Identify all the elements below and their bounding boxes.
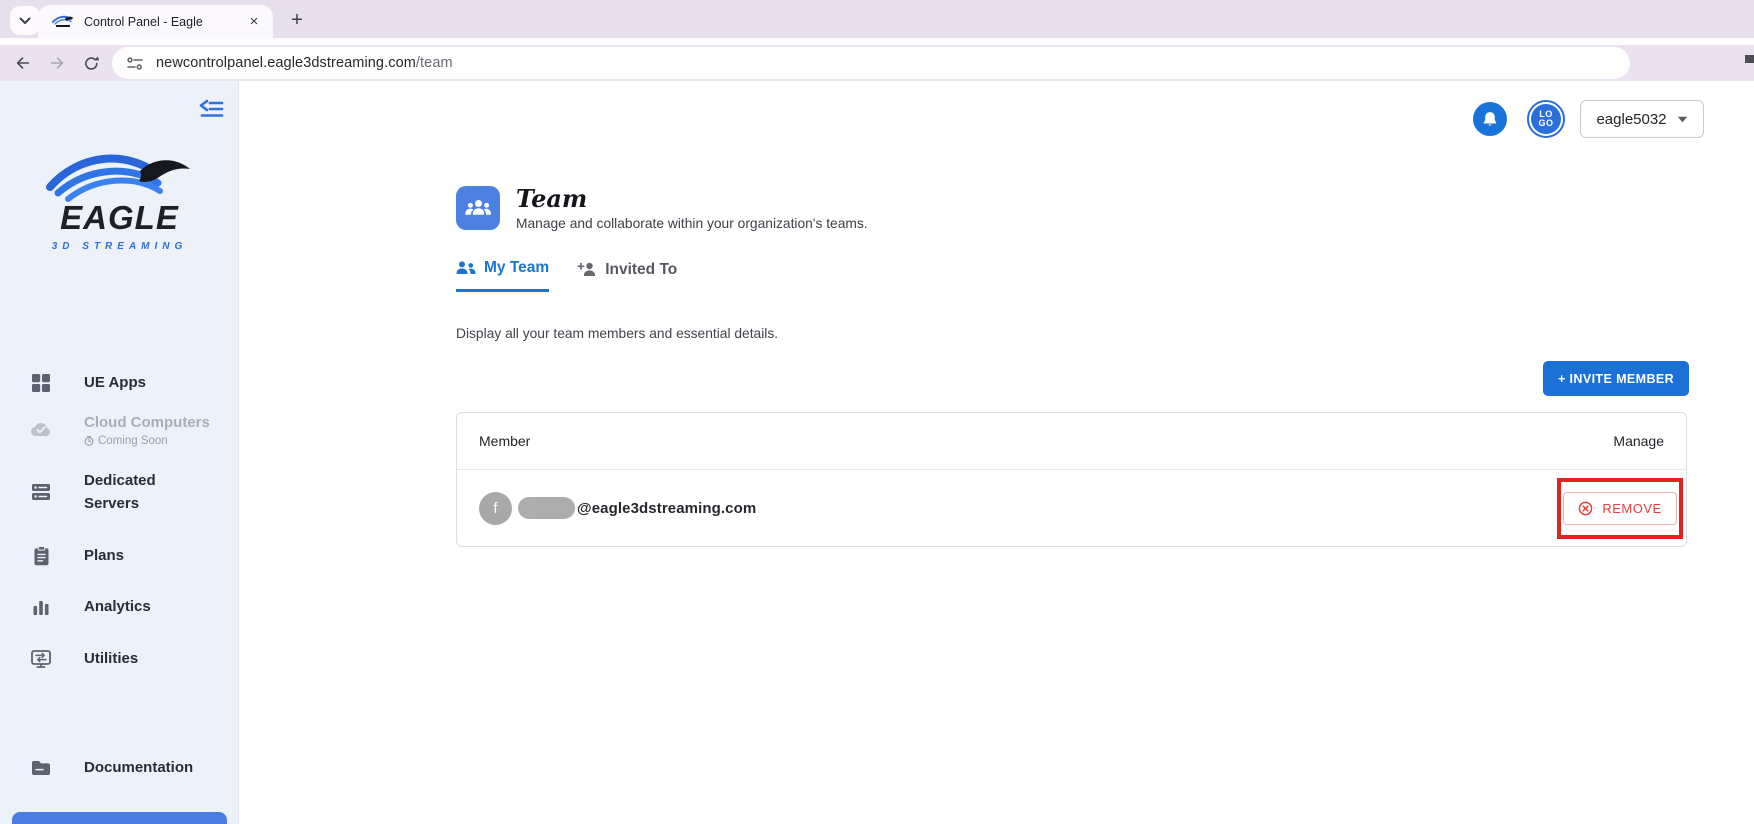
table-row: f @eagle3dstreaming.com REMOVE xyxy=(457,470,1686,546)
account-name: eagle5032 xyxy=(1596,110,1667,128)
url-host: newcontrolpanel.eagle3dstreaming.com xyxy=(156,55,416,71)
url-bar[interactable]: newcontrolpanel.eagle3dstreaming.com/tea… xyxy=(112,47,1630,79)
chevron-down-icon xyxy=(1677,116,1687,122)
eagle-favicon-icon xyxy=(52,15,74,27)
monitor-icon xyxy=(30,649,52,668)
remove-circle-icon xyxy=(1578,501,1593,516)
cloud-icon xyxy=(30,421,52,437)
forward-button[interactable] xyxy=(42,48,72,78)
page-heading: Team Manage and collaborate within your … xyxy=(456,186,868,231)
bar-chart-icon xyxy=(30,598,52,616)
column-member: Member xyxy=(479,433,531,449)
site-info-icon[interactable] xyxy=(126,56,144,70)
member-email-redaction xyxy=(518,497,575,519)
bell-icon xyxy=(1483,111,1497,126)
notifications-button[interactable] xyxy=(1473,102,1507,136)
sidebar-item-label: Plans xyxy=(84,547,125,564)
member-email: @eagle3dstreaming.com xyxy=(577,499,757,517)
clock-icon xyxy=(84,436,94,447)
team-tabs: My Team Invited To xyxy=(456,259,677,292)
page-title: Team xyxy=(516,184,588,213)
sidebar-item-label: Dedicated Servers xyxy=(84,472,156,513)
servers-icon xyxy=(30,483,52,501)
invite-member-button[interactable]: + INVITE MEMBER xyxy=(1543,361,1689,396)
reload-icon xyxy=(84,55,99,70)
reload-button[interactable] xyxy=(76,48,106,78)
back-button[interactable] xyxy=(8,48,38,78)
brand-logo: EAGLE 3D STREAMING xyxy=(0,143,239,252)
collapse-sidebar-icon[interactable] xyxy=(198,98,224,122)
toolbar-edge-icon[interactable] xyxy=(1742,53,1754,71)
sidebar-item-label: UE Apps xyxy=(84,374,146,391)
new-tab-button[interactable]: + xyxy=(283,7,311,35)
sidebar: EAGLE 3D STREAMING UE Apps Cloud Compute… xyxy=(0,81,239,824)
sidebar-item-label: Utilities xyxy=(84,650,139,667)
account-dropdown[interactable]: eagle5032 xyxy=(1580,100,1704,138)
clipboard-icon xyxy=(30,545,52,566)
tab-label: Invited To xyxy=(605,260,678,278)
remove-member-button[interactable]: REMOVE xyxy=(1563,492,1677,525)
sidebar-item-label: Documentation xyxy=(84,759,194,776)
url-text: newcontrolpanel.eagle3dstreaming.com/tea… xyxy=(156,55,453,71)
sidebar-item-documentation[interactable]: Documentation xyxy=(0,756,239,779)
person-add-icon xyxy=(577,262,596,276)
org-logo-avatar[interactable]: LO GO xyxy=(1527,100,1565,138)
sidebar-item-team[interactable]: Team xyxy=(12,812,227,824)
column-manage: Manage xyxy=(1613,433,1664,449)
logo-text: LO GO xyxy=(1531,104,1561,134)
page-subtitle: Manage and collaborate within your organ… xyxy=(516,216,868,232)
sidebar-item-cloud-computers[interactable]: Cloud Computers Coming Soon xyxy=(0,411,239,447)
tab-search-button[interactable] xyxy=(10,6,40,35)
logo-text-bottom: GO xyxy=(1538,118,1554,128)
sidebar-item-label: Cloud Computers xyxy=(84,414,210,431)
sidebar-item-ue-apps[interactable]: UE Apps xyxy=(0,371,239,394)
page-description: Display all your team members and essent… xyxy=(456,326,779,341)
sidebar-item-label: Analytics xyxy=(84,598,151,615)
browser-toolbar: newcontrolpanel.eagle3dstreaming.com/tea… xyxy=(0,45,1754,81)
page-body: EAGLE 3D STREAMING UE Apps Cloud Compute… xyxy=(0,81,1754,824)
member-avatar: f xyxy=(479,491,512,525)
tab-close-icon[interactable]: × xyxy=(245,13,263,31)
eagle-logo-icon xyxy=(45,154,190,202)
sidebar-item-analytics[interactable]: Analytics xyxy=(0,595,239,618)
browser-tab-active[interactable]: Control Panel - Eagle × xyxy=(38,5,273,38)
back-arrow-icon xyxy=(16,57,30,69)
remove-label: REMOVE xyxy=(1602,501,1662,516)
remove-annotation-highlight: REMOVE xyxy=(1557,478,1683,539)
tab-title: Control Panel - Eagle xyxy=(84,14,203,29)
sidebar-item-utilities[interactable]: Utilities xyxy=(0,647,239,670)
my-team-icon xyxy=(456,261,476,274)
tab-invited-to[interactable]: Invited To xyxy=(577,259,677,292)
tab-label: My Team xyxy=(484,259,550,276)
coming-soon-badge: Coming Soon xyxy=(84,435,210,447)
coming-soon-label: Coming Soon xyxy=(98,435,168,448)
browser-tab-strip: Control Panel - Eagle × + xyxy=(0,0,1754,38)
folder-icon xyxy=(30,760,52,776)
chrome-divider xyxy=(0,38,1754,45)
forward-arrow-icon xyxy=(50,57,64,69)
team-page-icon xyxy=(456,186,500,230)
tab-my-team[interactable]: My Team xyxy=(456,259,550,292)
brand-name: EAGLE xyxy=(60,199,179,236)
browser-window: Control Panel - Eagle × + newcontrolpane… xyxy=(0,0,1754,824)
sidebar-item-plans[interactable]: Plans xyxy=(0,544,239,567)
url-path: /team xyxy=(415,55,453,71)
apps-grid-icon xyxy=(30,373,52,393)
main-content: LO GO eagle5032 Team Manage and collabor… xyxy=(239,81,1754,824)
table-header: Member Manage xyxy=(457,413,1686,470)
chevron-down-icon xyxy=(19,17,31,24)
sidebar-item-dedicated-servers[interactable]: Dedicated Servers xyxy=(0,469,239,516)
brand-tagline: 3D STREAMING xyxy=(51,241,188,252)
team-table: Member Manage f @eagle3dstreaming.com RE… xyxy=(456,412,1687,547)
